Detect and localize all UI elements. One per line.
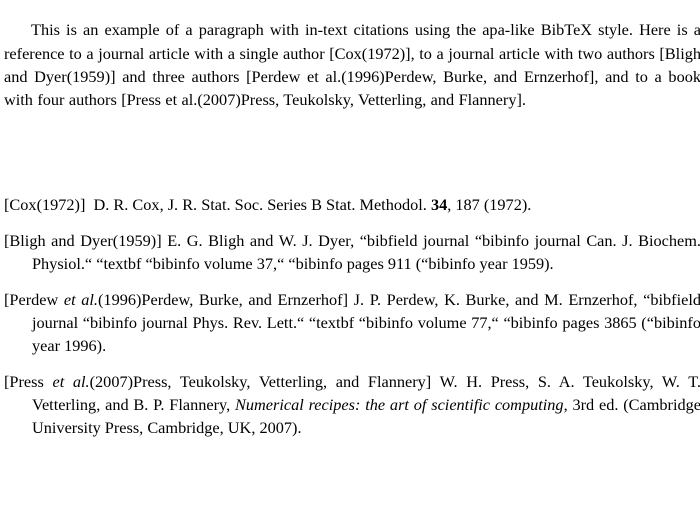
- bib-entry-text: D. R. Cox, J. R. Stat. Soc. Series B Sta…: [93, 195, 431, 214]
- bibliography-entry-press-2007: [Press et al.(2007)Press, Teukolsky, Vet…: [4, 370, 700, 440]
- document-page: This is an example of a paragraph with i…: [0, 0, 700, 525]
- bib-citation-key-etal: et al.: [52, 371, 90, 391]
- bib-citation-key-suffix: (2007)Press, Teukolsky, Vetterling, and …: [89, 371, 432, 391]
- bib-entry-text-tail: , 187 (1972).: [447, 195, 532, 214]
- bib-citation-key: [Bligh and Dyer(1959)]: [4, 230, 162, 250]
- bibliography-entry-perdew-1996: [Perdew et al.(1996)Perdew, Burke, and E…: [4, 288, 700, 358]
- bibliography-entry-bligh-dyer-1959: [Bligh and Dyer(1959)] E. G. Bligh and W…: [4, 229, 700, 275]
- bib-citation-key-prefix: [Press: [4, 371, 53, 391]
- bib-citation-key: [Cox(1972)]: [4, 195, 86, 214]
- bib-volume-bold: 34: [430, 195, 448, 214]
- bib-citation-key-etal: et al.: [63, 289, 99, 309]
- bibliography-entry-cox-1972: [Cox(1972)] D. R. Cox, J. R. Stat. Soc. …: [4, 193, 700, 216]
- bibliography-list: [Cox(1972)] D. R. Cox, J. R. Stat. Soc. …: [4, 193, 700, 439]
- intro-paragraph: This is an example of a paragraph with i…: [4, 20, 700, 109]
- bib-key-gap: [431, 372, 439, 391]
- bib-citation-key-prefix: [Perdew: [4, 289, 64, 309]
- bib-citation-key-suffix: (1996)Perdew, Burke, and Ernzerhof]: [98, 289, 349, 309]
- bib-key-gap: [85, 195, 93, 214]
- bib-book-title: Numerical recipes: the art of scientific…: [235, 394, 564, 414]
